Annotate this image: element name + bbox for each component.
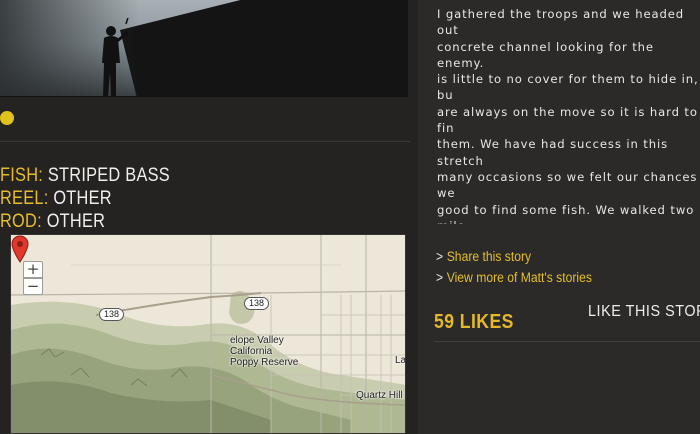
fish-value: STRIPED BASS: [47, 165, 170, 186]
gallery-indicator-dot[interactable]: [0, 111, 14, 125]
rod-value: OTHER: [46, 211, 106, 232]
likes-count: 59 LIKES: [434, 311, 514, 333]
rod-row: ROD: OTHER: [0, 210, 170, 233]
story-body: I gathered the troops and we headed out …: [437, 7, 699, 224]
map-zoom-out-button[interactable]: −: [23, 278, 43, 295]
like-story-button[interactable]: LIKE THIS STORY: [588, 303, 700, 321]
reel-row: REEL: OTHER: [0, 187, 170, 210]
map-terrain: [11, 235, 405, 433]
story-links: > Share this story > View more of Matt's s…: [436, 247, 609, 289]
fish-label: FISH:: [0, 165, 44, 186]
quartz-hill-label: Quartz Hill: [356, 390, 403, 401]
rod-label: ROD:: [0, 211, 42, 232]
view-more-label[interactable]: View more of Matt's stories: [447, 270, 592, 285]
map-zoom-in-button[interactable]: +: [23, 261, 43, 278]
route-shield: 138: [99, 308, 125, 321]
poppy-reserve-label: elope Valley California Poppy Reserve: [230, 335, 299, 368]
reel-value: OTHER: [53, 188, 112, 209]
view-more-stories-link[interactable]: > View more of Matt's stories: [436, 268, 592, 288]
tackle-details: FISH: STRIPED BASS REEL: OTHER ROD: OTHE…: [0, 164, 198, 233]
likes-divider: [434, 341, 700, 342]
map-pin-icon[interactable]: [11, 235, 29, 263]
chevron-right-icon: >: [436, 270, 444, 285]
story-photo: [0, 0, 408, 97]
edge-town-label: La: [395, 355, 406, 366]
fish-row: FISH: STRIPED BASS: [0, 164, 170, 187]
location-map[interactable]: + − 138 138 elope Valley California Popp…: [10, 234, 406, 434]
fisherman-silhouette: [102, 18, 129, 96]
chevron-right-icon: >: [436, 249, 444, 264]
share-story-link[interactable]: > Share this story: [436, 247, 592, 267]
section-divider: [0, 141, 410, 142]
reel-label: REEL:: [0, 188, 49, 209]
share-story-label[interactable]: Share this story: [447, 249, 531, 264]
route-shield: 138: [244, 297, 270, 310]
